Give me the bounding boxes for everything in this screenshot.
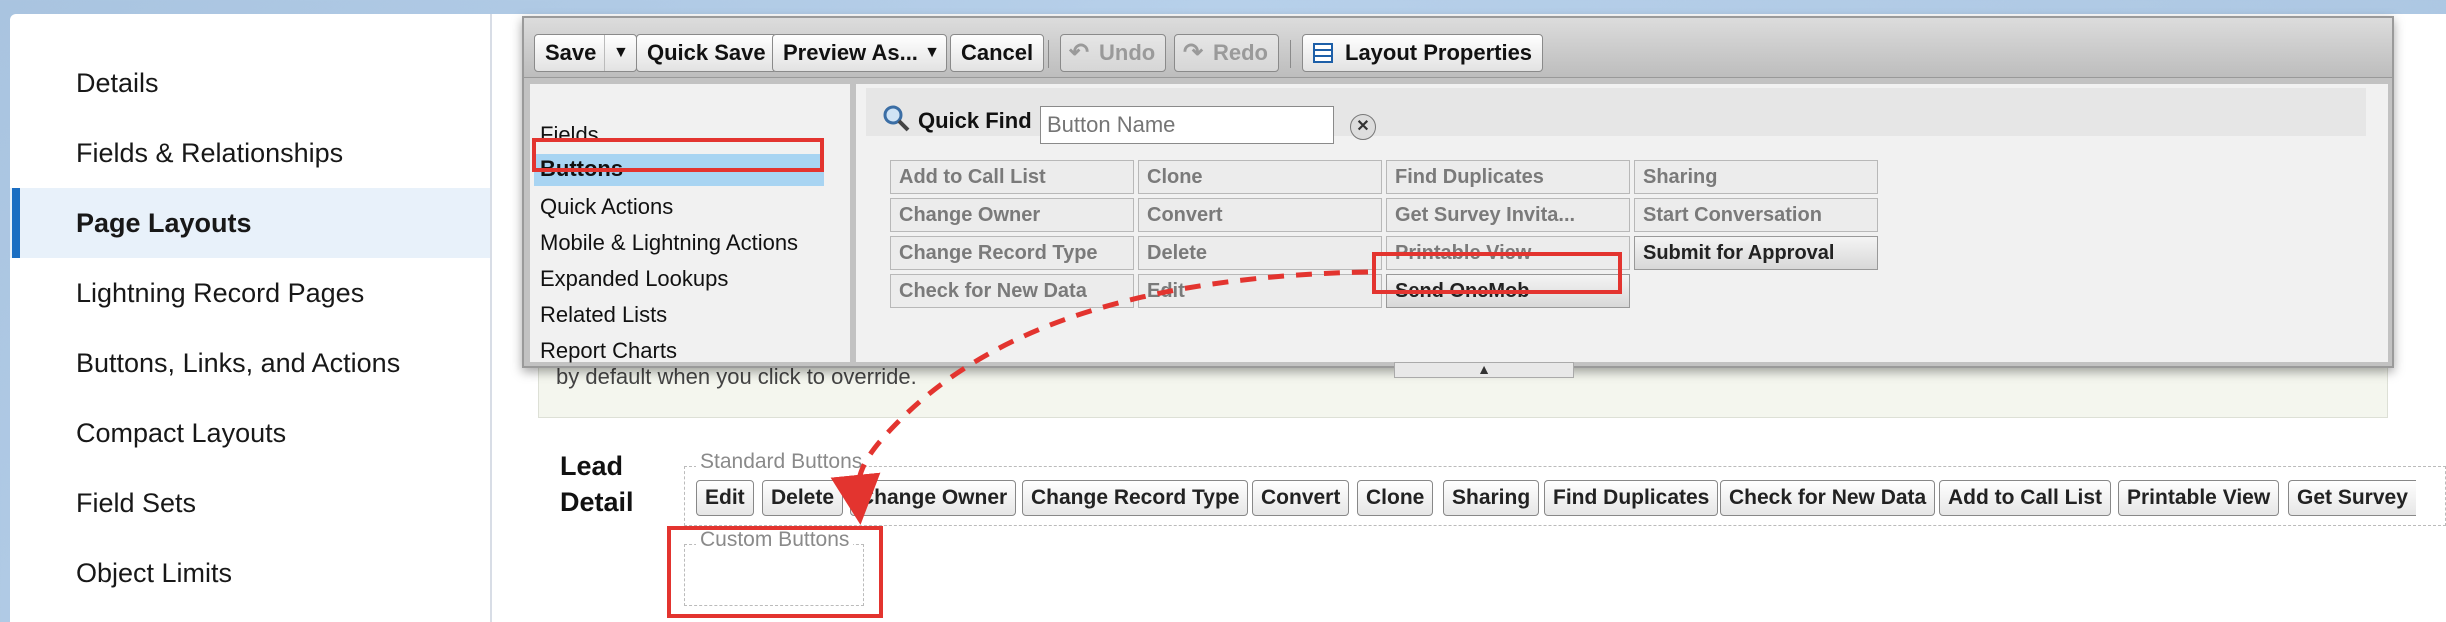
drag-arrow-icon xyxy=(830,269,1369,525)
